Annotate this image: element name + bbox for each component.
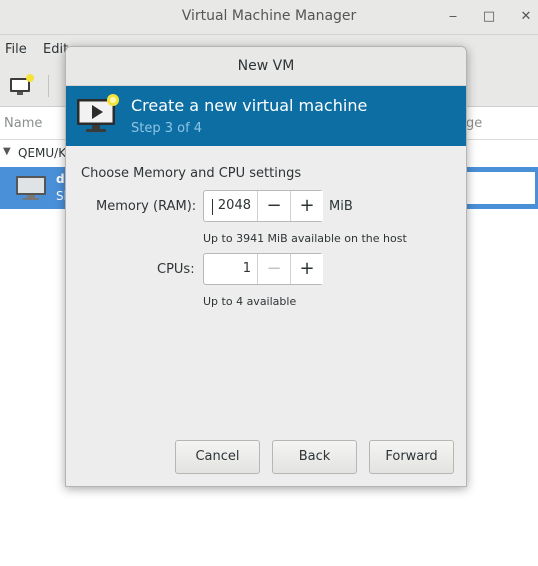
cpus-decrement-button[interactable]: −	[257, 254, 290, 284]
main-titlebar: Virtual Machine Manager ‒ □ ✕	[0, 0, 538, 35]
back-button[interactable]: Back	[272, 440, 357, 474]
connection-label: QEMU/K	[18, 146, 67, 160]
toolbar-separator	[48, 75, 49, 97]
new-vm-icon[interactable]	[9, 73, 35, 97]
monitor-icon	[16, 176, 46, 200]
cpus-spinbutton: 1 − +	[203, 253, 323, 285]
vm-install-icon	[77, 94, 119, 132]
dialog-title: New VM	[237, 58, 295, 74]
cpus-increment-button[interactable]: +	[290, 254, 323, 284]
banner-step: Step 3 of 4	[131, 121, 203, 136]
memory-hint: Up to 3941 MiB available on the host	[203, 232, 407, 245]
minimize-button[interactable]: ‒	[444, 8, 462, 26]
dialog-titlebar[interactable]: New VM	[66, 47, 466, 86]
column-cpu-usage[interactable]: ge	[466, 116, 482, 131]
banner-title: Create a new virtual machine	[131, 96, 368, 115]
memory-decrement-button[interactable]: −	[257, 191, 290, 221]
cpus-hint: Up to 4 available	[203, 295, 297, 308]
section-title: Choose Memory and CPU settings	[81, 166, 302, 181]
forward-button[interactable]: Forward	[369, 440, 454, 474]
memory-unit: MiB	[329, 199, 353, 214]
cpus-input[interactable]: 1	[204, 254, 258, 284]
memory-spinbutton: 2048 − +	[203, 190, 323, 222]
close-button[interactable]: ✕	[517, 8, 535, 26]
new-vm-dialog: New VM Create a new virtual machine Step…	[65, 46, 467, 487]
memory-label: Memory (RAM):	[96, 199, 197, 214]
cpu-usage-graph	[466, 171, 536, 205]
dialog-banner: Create a new virtual machine Step 3 of 4	[66, 86, 466, 146]
cpus-label: CPUs:	[157, 262, 195, 277]
memory-input[interactable]: 2048	[204, 191, 258, 221]
menu-file[interactable]: File	[5, 42, 27, 57]
maximize-button[interactable]: □	[480, 8, 498, 26]
column-name[interactable]: Name	[4, 116, 42, 131]
cancel-button[interactable]: Cancel	[175, 440, 260, 474]
expand-arrow-icon[interactable]: ▼	[3, 146, 11, 157]
memory-increment-button[interactable]: +	[290, 191, 323, 221]
